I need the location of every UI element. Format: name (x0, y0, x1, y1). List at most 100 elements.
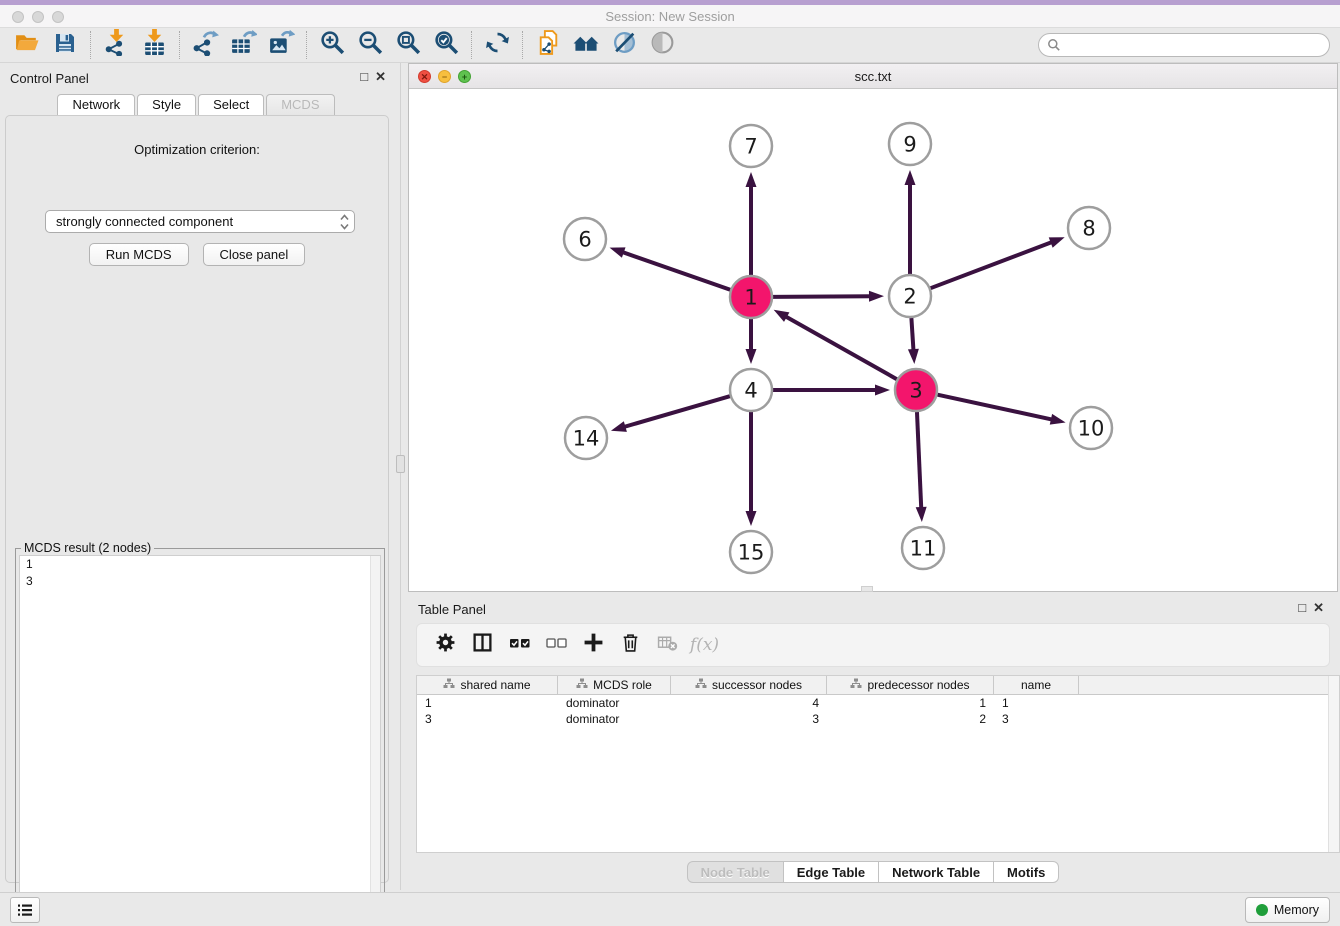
import-network-button[interactable] (97, 30, 135, 60)
mcds-panel: Optimization criterion: strongly connect… (5, 115, 389, 883)
deselect-all-button[interactable] (538, 630, 575, 660)
search-box[interactable] (1038, 33, 1330, 57)
browser-home-button[interactable] (567, 30, 605, 60)
network-window: ✕ − + scc.txt 1234678910111415 (408, 63, 1338, 592)
function-builder-button: f(x) (686, 630, 723, 660)
table-cell[interactable]: 3 (417, 711, 558, 727)
mcds-result-area[interactable]: 13 (19, 555, 381, 922)
table-cell[interactable]: dominator (558, 695, 671, 711)
canvas-resize-handle[interactable] (861, 586, 873, 592)
graph-edge-3-10[interactable] (937, 395, 1053, 420)
splitter-handle[interactable] (396, 455, 405, 473)
close-panel-button[interactable]: Close panel (203, 243, 306, 266)
tab-style[interactable]: Style (137, 94, 196, 115)
tab-select[interactable]: Select (198, 94, 264, 115)
graph-edge-2-3[interactable] (911, 318, 913, 352)
table-cell[interactable]: 1 (417, 695, 558, 711)
graph-node-label: 10 (1078, 416, 1105, 440)
column-visibility-button[interactable] (464, 630, 501, 660)
memory-button[interactable]: Memory (1245, 897, 1330, 923)
table-row[interactable]: 1dominator411 (417, 695, 1339, 711)
criterion-dropdown[interactable]: strongly connected component (45, 210, 355, 233)
graph-edge-3-1[interactable] (784, 316, 897, 380)
column-header-mcds-role[interactable]: MCDS role (558, 676, 671, 694)
arrowhead-icon (905, 170, 916, 185)
table-cell[interactable]: 4 (671, 695, 827, 711)
graph-edge-2-8[interactable] (931, 241, 1054, 288)
refresh-button[interactable] (478, 30, 516, 60)
table-cell[interactable]: dominator (558, 711, 671, 727)
toggle-graphics-button[interactable] (605, 30, 643, 60)
close-table-panel-icon[interactable]: ✕ (1313, 600, 1324, 616)
gear-icon (435, 632, 456, 658)
network-canvas[interactable]: 1234678910111415 (409, 89, 1337, 591)
table-settings-button[interactable] (427, 630, 464, 660)
window-title: Session: New Session (0, 9, 1340, 24)
network-view-title: scc.txt (409, 69, 1337, 84)
table-cell[interactable]: 3 (994, 711, 1079, 727)
birds-eye-button[interactable] (643, 30, 681, 60)
zoom-out-button[interactable] (351, 30, 389, 60)
task-history-button[interactable] (10, 897, 40, 923)
zoom-selected-button[interactable] (427, 30, 465, 60)
zoom-fit-button[interactable] (389, 30, 427, 60)
titlebar: Session: New Session (0, 5, 1340, 28)
tab-node-table[interactable]: Node Table (687, 861, 784, 883)
graph-edge-3-11[interactable] (917, 412, 921, 510)
select-all-button[interactable] (501, 630, 538, 660)
table-row[interactable]: 3dominator323 (417, 711, 1339, 727)
birds-eye-icon (649, 29, 676, 61)
zoom-in-button[interactable] (313, 30, 351, 60)
save-session-button[interactable] (46, 30, 84, 60)
network-window-titlebar[interactable]: ✕ − + scc.txt (409, 64, 1337, 89)
panel-splitter[interactable] (400, 63, 401, 890)
search-input[interactable] (1065, 36, 1329, 54)
result-scrollbar[interactable] (370, 556, 380, 921)
float-table-panel-icon[interactable]: □ (1298, 600, 1306, 616)
graph-node-label: 9 (903, 132, 916, 156)
toolbar-separator (522, 31, 523, 59)
tab-motifs[interactable]: Motifs (994, 861, 1059, 883)
copy-network-icon (535, 29, 562, 61)
toolbar-group (186, 30, 300, 60)
graph-edge-1-2[interactable] (773, 296, 872, 297)
graph-edge-1-6[interactable] (621, 252, 730, 290)
column-header-shared-name[interactable]: shared name (417, 676, 558, 694)
float-panel-icon[interactable]: □ (360, 69, 368, 85)
graph-edge-4-14[interactable] (622, 396, 729, 427)
mcds-result-line: 3 (20, 573, 380, 590)
tab-network-table[interactable]: Network Table (879, 861, 994, 883)
export-network-button[interactable] (186, 30, 224, 60)
arrowhead-icon (746, 172, 757, 187)
tab-mcds[interactable]: MCDS (266, 94, 334, 115)
copy-network-button[interactable] (529, 30, 567, 60)
table-toolbar: f(x) (416, 623, 1330, 667)
delete-column-button[interactable] (612, 630, 649, 660)
tab-edge-table[interactable]: Edge Table (784, 861, 879, 883)
table-cell[interactable]: 1 (827, 695, 994, 711)
main-toolbar (0, 28, 1340, 63)
column-header-successor-nodes[interactable]: successor nodes (671, 676, 827, 694)
column-header-predecessor-nodes[interactable]: predecessor nodes (827, 676, 994, 694)
graph-node-label: 8 (1082, 216, 1095, 240)
add-column-button[interactable] (575, 630, 612, 660)
export-image-button[interactable] (262, 30, 300, 60)
table-cell[interactable]: 1 (994, 695, 1079, 711)
column-header-name[interactable]: name (994, 676, 1079, 694)
plus-icon (583, 632, 604, 658)
open-session-button[interactable] (8, 30, 46, 60)
close-panel-icon[interactable]: ✕ (375, 69, 386, 85)
run-mcds-button[interactable]: Run MCDS (89, 243, 189, 266)
column-header-label: name (1021, 678, 1051, 692)
table-cell[interactable]: 2 (827, 711, 994, 727)
toolbar-group (8, 30, 84, 60)
optimization-criterion-label: Optimization criterion: (6, 142, 388, 157)
table-scrollbar[interactable] (1328, 676, 1339, 852)
tab-network[interactable]: Network (57, 94, 135, 115)
import-table-button[interactable] (135, 30, 173, 60)
search-icon (1047, 38, 1061, 52)
export-table-button[interactable] (224, 30, 262, 60)
export-network-icon (191, 29, 219, 61)
table-cell[interactable]: 3 (671, 711, 827, 727)
graph-node-label: 15 (738, 540, 765, 564)
